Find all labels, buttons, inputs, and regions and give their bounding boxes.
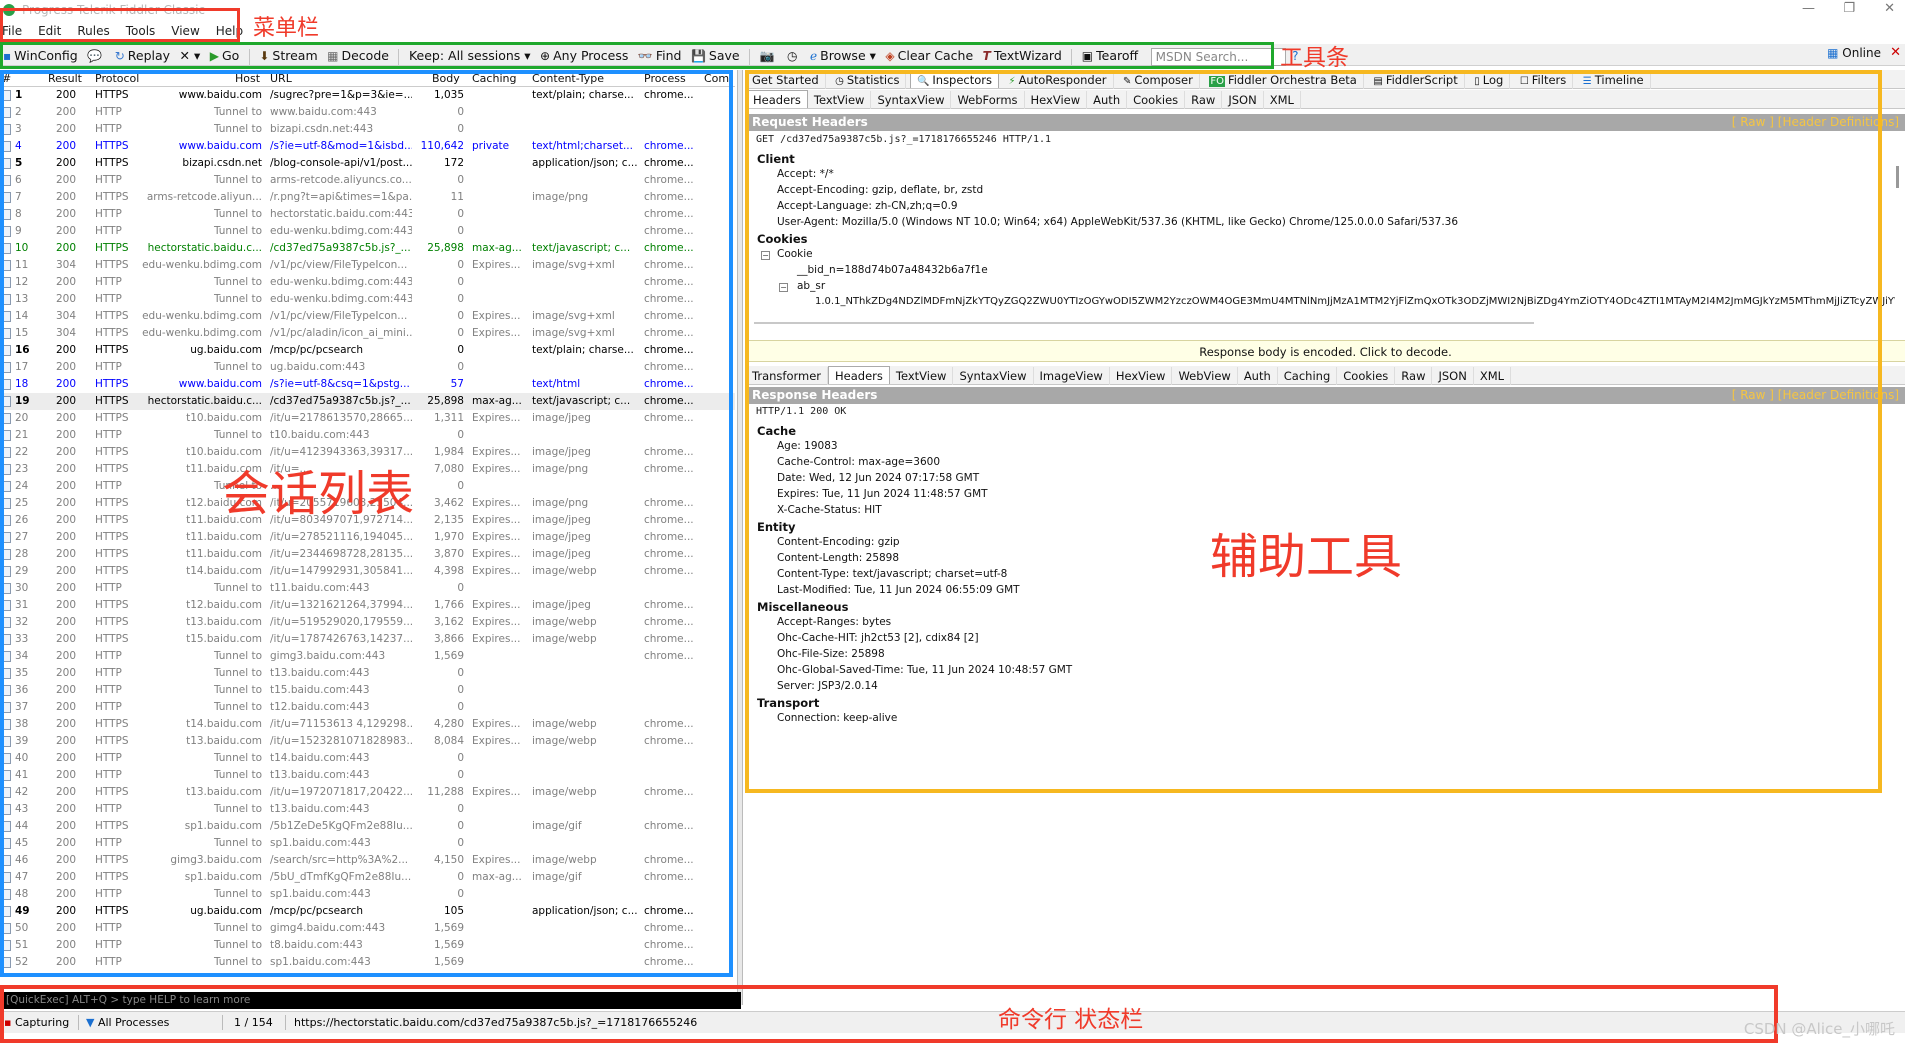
watermark: CSDN @Alice_小哪吒	[1743, 1020, 1895, 1038]
online-indicator[interactable]: ▦ Online	[1827, 46, 1881, 60]
sessions-annotation-label: 会话列表	[222, 466, 415, 522]
close-toolbar-icon[interactable]: ✕	[1890, 45, 1901, 60]
cmd-annotation-box	[0, 985, 1778, 1043]
menu-annotation-label: 菜单栏	[253, 16, 320, 41]
restore-icon[interactable]: ❐	[1843, 1, 1855, 16]
minimize-icon[interactable]: —	[1802, 1, 1815, 16]
vertical-scrollbar[interactable]	[1896, 166, 1899, 188]
fiddler-window: Progress Telerik Fiddler Classic — ❐ ✕ F…	[0, 0, 1905, 1048]
menu-annotation-box	[0, 8, 240, 42]
panel-splitter[interactable]	[737, 70, 743, 1005]
toolbar-annotation-label: 工具条	[1280, 45, 1349, 71]
network-icon: ▦	[1827, 46, 1839, 60]
tools-annotation-label: 辅助工具	[1210, 529, 1403, 585]
toolbar-annotation-box	[0, 42, 1274, 69]
tools-annotation-box	[745, 70, 1882, 793]
cmd-annotation-label: 命令行 状态栏	[998, 1007, 1144, 1033]
close-window-icon[interactable]: ✕	[1884, 1, 1895, 16]
